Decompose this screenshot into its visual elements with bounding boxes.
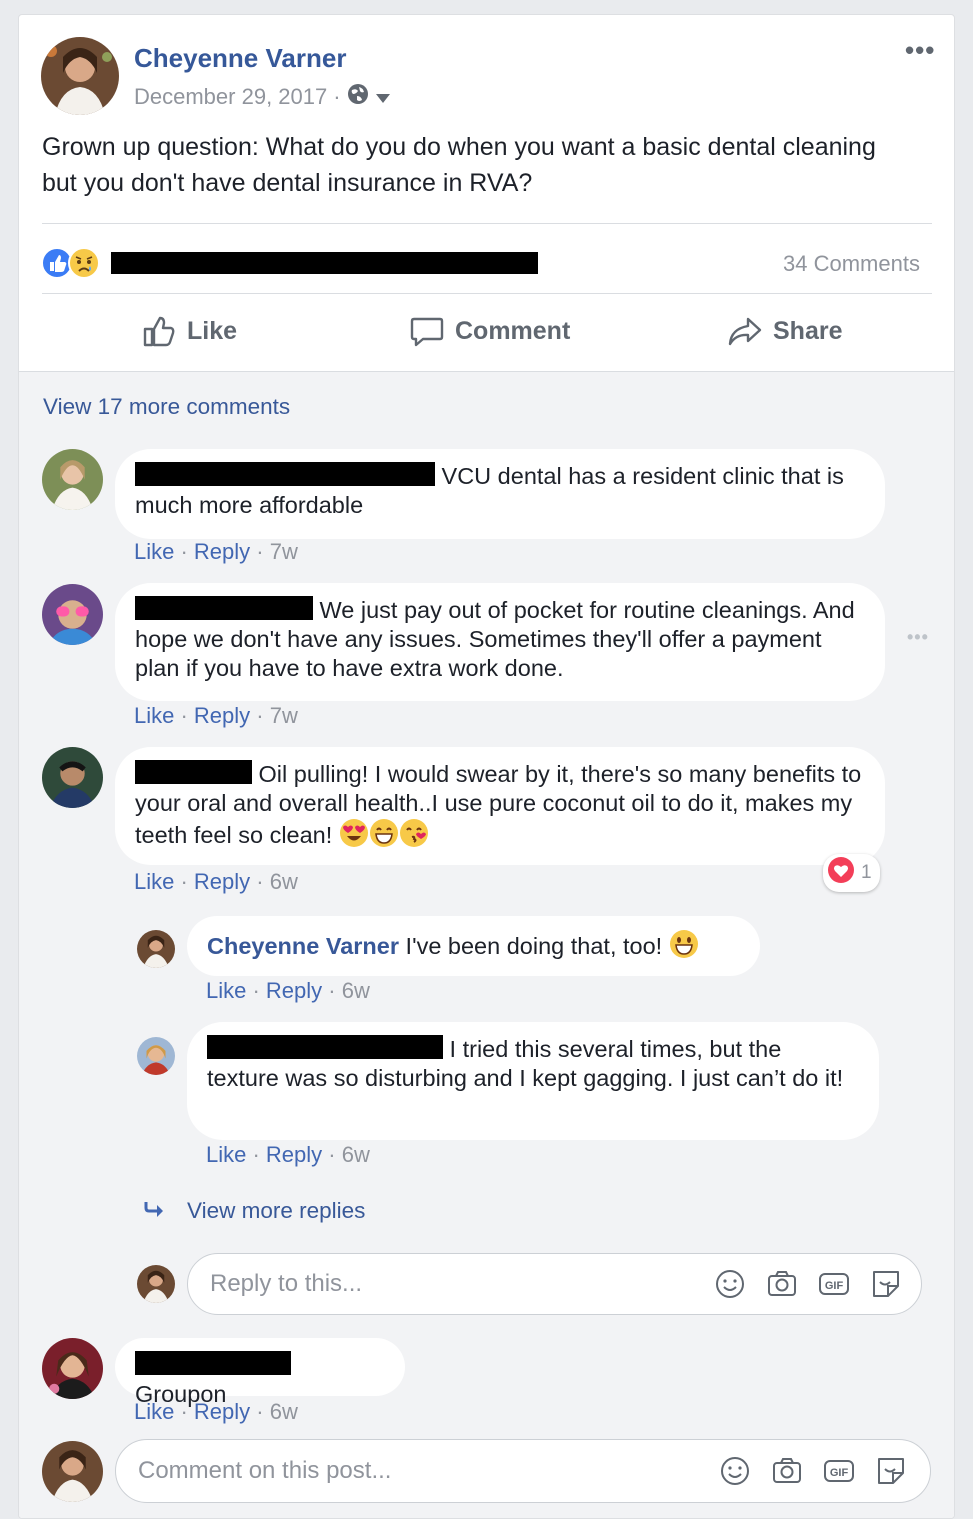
comments-count[interactable]: 34 Comments xyxy=(783,251,920,277)
reply-timestamp[interactable]: 6w xyxy=(342,978,370,1003)
sticker-icon[interactable] xyxy=(869,1267,903,1301)
svg-text:GIF: GIF xyxy=(830,1467,849,1479)
comment-timestamp[interactable]: 7w xyxy=(270,703,298,728)
privacy-dropdown-icon[interactable] xyxy=(375,84,391,110)
comment-icon xyxy=(410,317,444,347)
post-date[interactable]: December 29, 2017 xyxy=(134,84,327,110)
comment-bubble: Oil pulling! I would swear by it, there'… xyxy=(115,747,885,865)
comment-reply-link[interactable]: Reply xyxy=(194,869,250,894)
post-card: Cheyenne Varner December 29, 2017 · ••• … xyxy=(18,14,955,1519)
comment-button-label: Comment xyxy=(455,316,571,345)
sad-reaction-icon xyxy=(68,247,100,284)
share-button-label: Share xyxy=(773,316,843,345)
redacted-commenter-name[interactable] xyxy=(135,596,313,620)
reply-input[interactable]: Reply to this... GIF xyxy=(187,1253,922,1315)
reply-timestamp[interactable]: 6w xyxy=(342,1142,370,1167)
reply-input-placeholder: Reply to this... xyxy=(210,1270,363,1297)
comment-reply-link[interactable]: Reply xyxy=(194,1399,250,1424)
svg-text:GIF: GIF xyxy=(825,1280,844,1292)
redacted-commenter-name[interactable] xyxy=(135,462,435,486)
reply-reply-link[interactable]: Reply xyxy=(266,978,322,1003)
comment-timestamp[interactable]: 6w xyxy=(270,869,298,894)
post-options-icon[interactable]: ••• xyxy=(905,35,935,66)
reaction-count: 1 xyxy=(861,862,872,883)
comment-actions: Like · Reply · 6w xyxy=(134,869,298,894)
sticker-icon[interactable] xyxy=(874,1454,908,1488)
meta-separator: · xyxy=(333,84,341,109)
comment-reply-link[interactable]: Reply xyxy=(194,539,250,564)
heart-eyes-emoji-icon xyxy=(339,818,369,855)
comment-input-icons: GIF xyxy=(718,1454,908,1488)
comment-actions: Like · Reply · 7w xyxy=(134,703,298,728)
divider xyxy=(42,223,932,224)
reply-actions: Like · Reply · 6w xyxy=(206,1142,370,1167)
like-button-label: Like xyxy=(187,316,238,345)
reply-input-avatar xyxy=(137,1265,175,1303)
grinning-emoji-icon xyxy=(369,818,399,855)
emoji-picker-icon[interactable] xyxy=(713,1267,747,1301)
comment-like-link[interactable]: Like xyxy=(134,869,174,894)
reply-actions: Like · Reply · 6w xyxy=(206,978,370,1003)
comment-actions: Like · Reply · 7w xyxy=(134,539,298,564)
camera-icon[interactable] xyxy=(770,1454,804,1488)
like-button[interactable]: Like xyxy=(141,313,237,349)
comment-like-link[interactable]: Like xyxy=(134,539,174,564)
kissing-emoji-icon xyxy=(399,818,429,855)
smiley-emoji-icon xyxy=(669,929,699,966)
love-reaction-icon xyxy=(827,856,855,890)
camera-icon[interactable] xyxy=(765,1267,799,1301)
gif-icon[interactable]: GIF xyxy=(822,1454,856,1488)
globe-icon xyxy=(347,83,369,111)
share-icon xyxy=(728,317,762,346)
gif-icon[interactable]: GIF xyxy=(817,1267,851,1301)
reply-author-name[interactable]: Cheyenne Varner xyxy=(207,933,399,959)
post-meta: December 29, 2017 · xyxy=(134,83,391,111)
comment-options-icon[interactable]: ••• xyxy=(907,627,929,648)
comment-bubble: We just pay out of pocket for routine cl… xyxy=(115,583,885,701)
reply-arrow-icon xyxy=(143,1200,165,1223)
redacted-reactors xyxy=(111,252,538,274)
comment-input-avatar xyxy=(42,1441,103,1502)
commenter-avatar[interactable] xyxy=(42,449,103,510)
redacted-commenter-name[interactable] xyxy=(135,1351,291,1375)
commenter-avatar[interactable] xyxy=(42,1338,103,1399)
commenter-avatar[interactable] xyxy=(42,584,103,645)
comments-section: View 17 more comments VCU dental has a r… xyxy=(19,371,954,1518)
comment-bubble: VCU dental has a resident clinic that is… xyxy=(115,449,885,539)
reply-bubble: I tried this several times, but the text… xyxy=(187,1022,879,1140)
reply-bubble: Cheyenne Varner I've been doing that, to… xyxy=(187,916,760,976)
comment-timestamp[interactable]: 6w xyxy=(270,1399,298,1424)
emoji-picker-icon[interactable] xyxy=(718,1454,752,1488)
redacted-replier-name[interactable] xyxy=(207,1035,443,1059)
comment-input[interactable]: Comment on this post... GIF xyxy=(115,1439,931,1503)
divider xyxy=(42,293,932,294)
redacted-commenter-name[interactable] xyxy=(135,760,252,784)
comment-input-placeholder: Comment on this post... xyxy=(138,1457,392,1484)
thumbs-up-icon xyxy=(143,316,175,347)
comment-button[interactable]: Comment xyxy=(409,313,570,349)
reactions-summary[interactable] xyxy=(41,247,100,284)
reply-like-link[interactable]: Like xyxy=(206,1142,246,1167)
reply-text: I've been doing that, too! xyxy=(405,933,663,959)
commenter-avatar[interactable] xyxy=(42,747,103,808)
reply-input-icons: GIF xyxy=(713,1267,903,1301)
view-more-replies-link[interactable]: View more replies xyxy=(187,1198,365,1224)
post-author-name[interactable]: Cheyenne Varner xyxy=(134,43,346,74)
reply-like-link[interactable]: Like xyxy=(206,978,246,1003)
comment-like-link[interactable]: Like xyxy=(134,1399,174,1424)
reply-reply-link[interactable]: Reply xyxy=(266,1142,322,1167)
reply-avatar[interactable] xyxy=(137,1037,175,1075)
comment-reply-link[interactable]: Reply xyxy=(194,703,250,728)
view-more-replies[interactable]: View more replies xyxy=(143,1198,365,1224)
comment-like-link[interactable]: Like xyxy=(134,703,174,728)
share-button[interactable]: Share xyxy=(727,313,842,349)
reply-avatar[interactable] xyxy=(137,930,175,968)
comment-timestamp[interactable]: 7w xyxy=(270,539,298,564)
comment-actions: Like · Reply · 6w xyxy=(134,1399,298,1424)
author-avatar[interactable] xyxy=(41,37,119,115)
view-more-comments-link[interactable]: View 17 more comments xyxy=(43,394,290,420)
comment-reaction-badge[interactable]: 1 xyxy=(823,854,880,892)
comment-bubble: Groupon xyxy=(115,1338,405,1407)
post-text: Grown up question: What do you do when y… xyxy=(42,133,876,197)
